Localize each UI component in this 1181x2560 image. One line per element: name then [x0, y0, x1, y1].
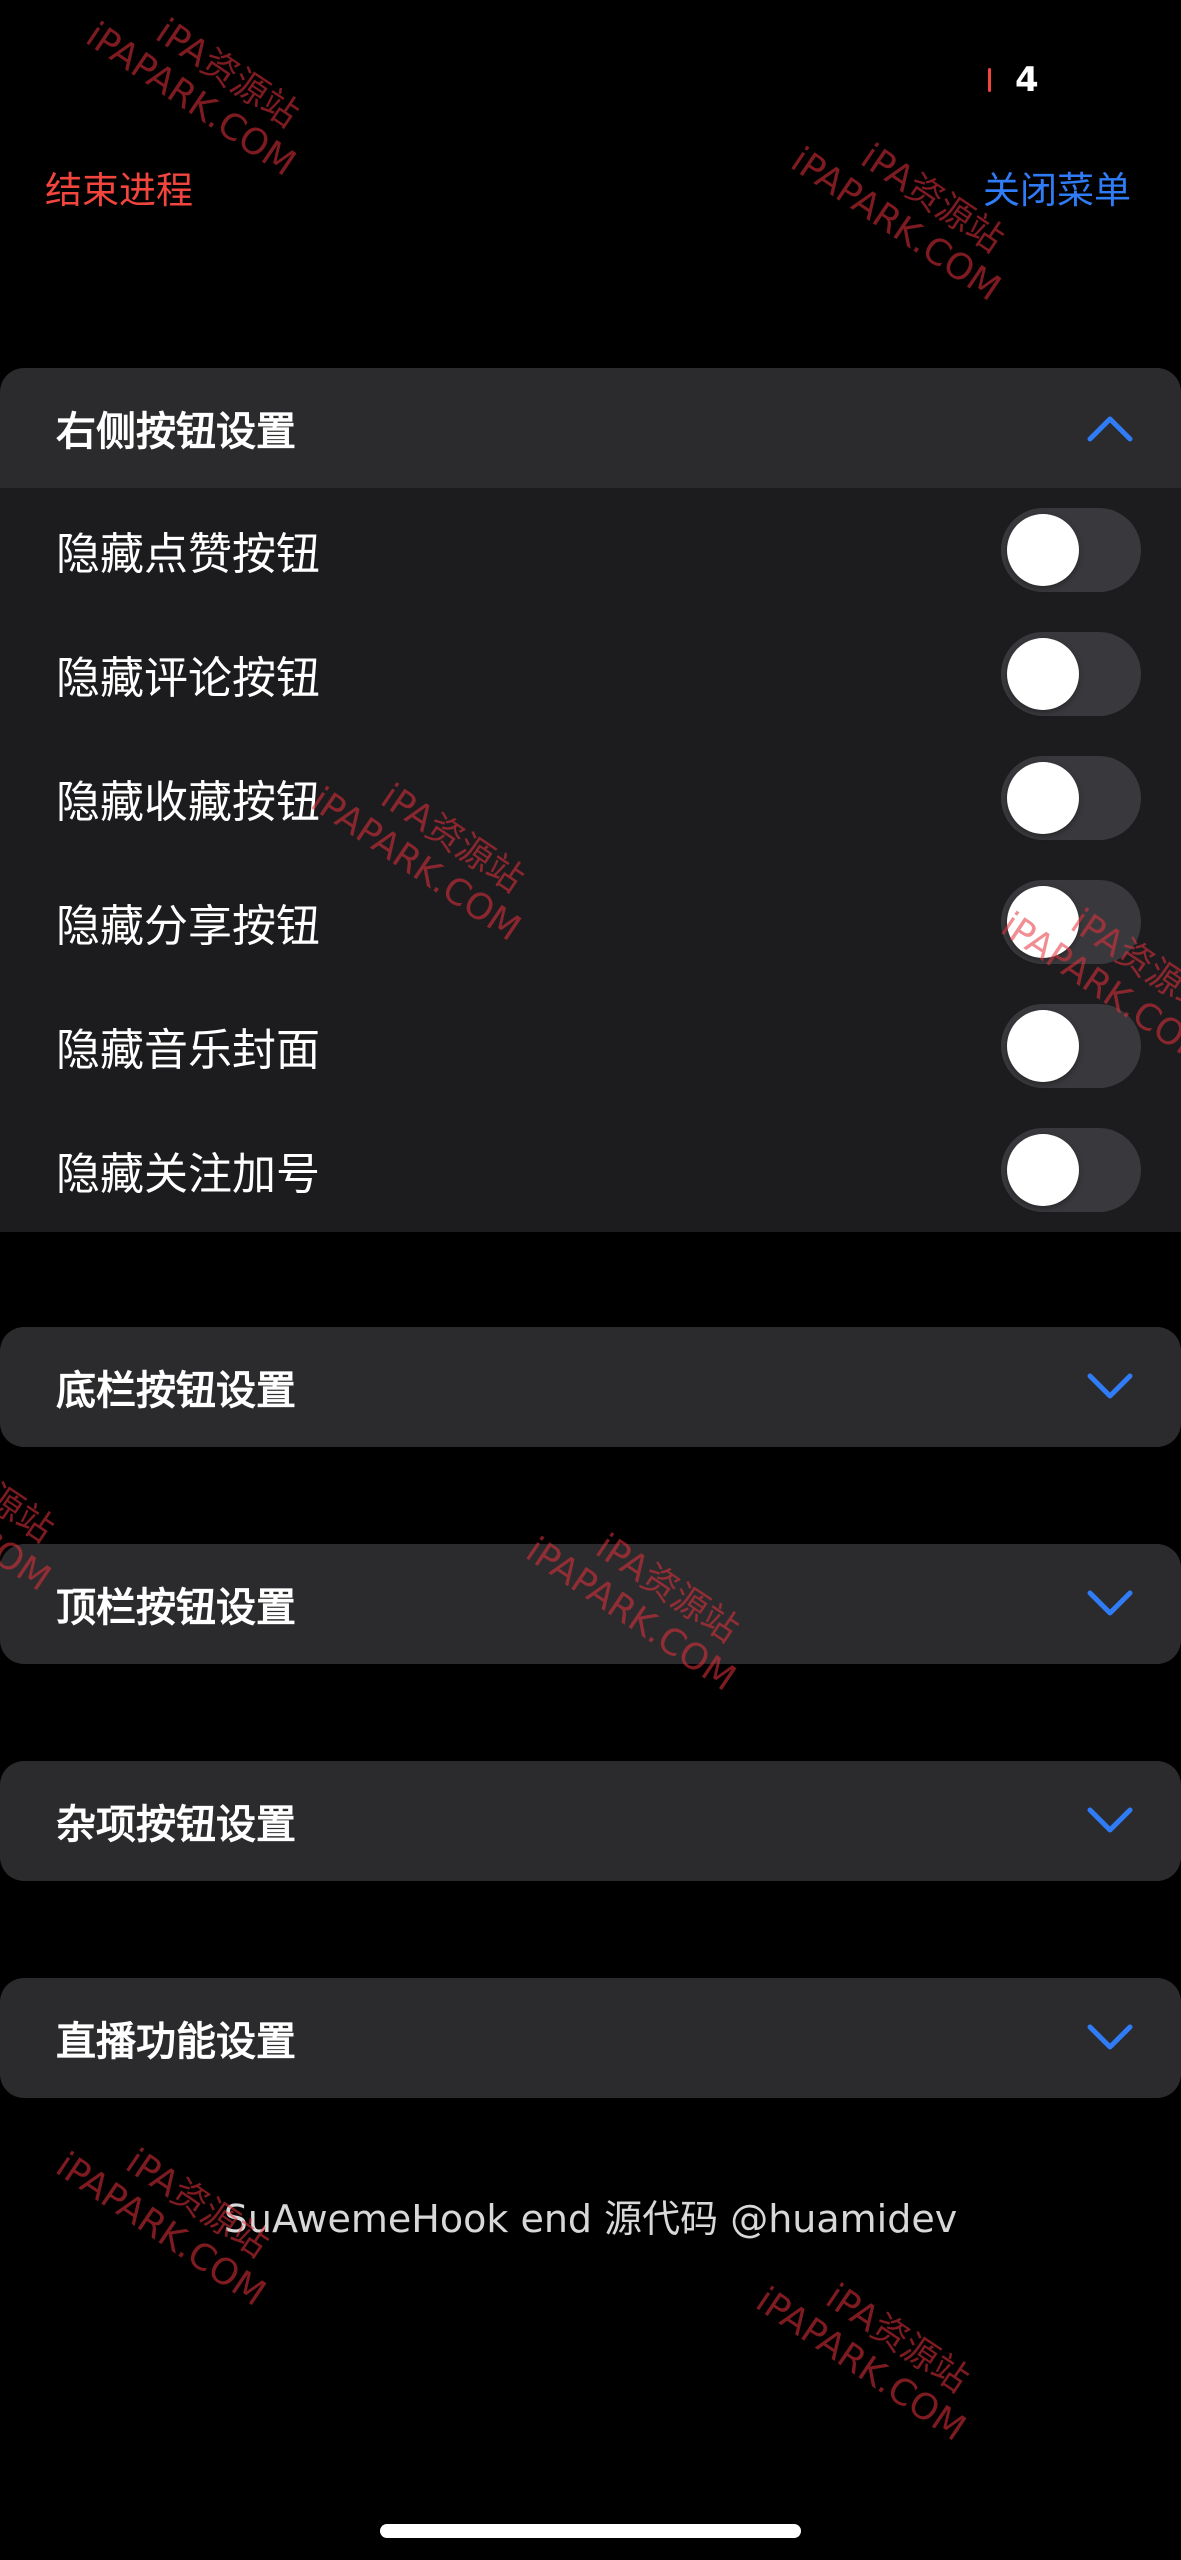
section-misc-buttons: 杂项按钮设置 — [0, 1761, 1181, 1881]
toggle-knob — [1007, 1134, 1079, 1206]
section-live-settings: 直播功能设置 — [0, 1978, 1181, 2098]
status-indicator: 4 — [988, 58, 1039, 102]
home-indicator — [380, 2524, 801, 2538]
watermark-line: iPAPARK.COM — [783, 139, 1008, 310]
chevron-up-icon — [1085, 403, 1135, 453]
section-header-bottom-bar-buttons[interactable]: 底栏按钮设置 — [0, 1327, 1181, 1447]
section-title: 顶栏按钮设置 — [56, 1585, 296, 1631]
setting-label: 隐藏音乐封面 — [56, 1025, 320, 1076]
end-process-button[interactable]: 结束进程 — [45, 165, 193, 217]
setting-row-hide-favorite: 隐藏收藏按钮 — [0, 736, 1181, 860]
setting-row-hide-comment: 隐藏评论按钮 — [0, 612, 1181, 736]
hide-favorite-toggle[interactable] — [1001, 756, 1141, 840]
setting-label: 隐藏收藏按钮 — [56, 777, 320, 828]
section-title: 直播功能设置 — [56, 2019, 296, 2065]
watermark-line: iPAPARK.COM — [748, 2279, 973, 2450]
setting-row-hide-music-cover: 隐藏音乐封面 — [0, 984, 1181, 1108]
toggle-knob — [1007, 886, 1079, 958]
status-tick — [988, 68, 991, 92]
setting-label: 隐藏关注加号 — [56, 1149, 320, 1200]
section-header-misc-buttons[interactable]: 杂项按钮设置 — [0, 1761, 1181, 1881]
watermark-line: iPA资源站 — [818, 2276, 976, 2401]
section-body-right-buttons: 隐藏点赞按钮 隐藏评论按钮 隐藏收藏按钮 隐藏分享按钮 隐藏音乐封面 隐藏关注加… — [0, 488, 1181, 1232]
footer-credit: SuAwemeHook end 源代码 @huamidev — [223, 2197, 958, 2241]
section-header-top-bar-buttons[interactable]: 顶栏按钮设置 — [0, 1544, 1181, 1664]
setting-label: 隐藏分享按钮 — [56, 901, 320, 952]
chevron-down-icon — [1085, 1579, 1135, 1629]
section-top-bar-buttons: 顶栏按钮设置 — [0, 1544, 1181, 1664]
section-header-right-buttons[interactable]: 右侧按钮设置 — [0, 368, 1181, 488]
hide-follow-plus-toggle[interactable] — [1001, 1128, 1141, 1212]
section-title: 右侧按钮设置 — [56, 409, 296, 455]
watermark-line: iPAPARK.COM — [78, 14, 303, 185]
watermark: iPA资源站 iPAPARK.COM — [748, 2245, 996, 2450]
close-menu-button[interactable]: 关闭菜单 — [983, 165, 1131, 217]
section-bottom-bar-buttons: 底栏按钮设置 — [0, 1327, 1181, 1447]
section-header-live-settings[interactable]: 直播功能设置 — [0, 1978, 1181, 2098]
hide-music-cover-toggle[interactable] — [1001, 1004, 1141, 1088]
setting-label: 隐藏评论按钮 — [56, 653, 320, 704]
section-right-buttons: 右侧按钮设置 隐藏点赞按钮 隐藏评论按钮 隐藏收藏按钮 隐藏分享按钮 隐藏音乐封… — [0, 368, 1181, 1232]
setting-row-hide-share: 隐藏分享按钮 — [0, 860, 1181, 984]
status-indicator-value: 4 — [1015, 60, 1039, 100]
setting-row-hide-follow-plus: 隐藏关注加号 — [0, 1108, 1181, 1232]
chevron-down-icon — [1085, 1796, 1135, 1846]
setting-row-hide-like: 隐藏点赞按钮 — [0, 488, 1181, 612]
toggle-knob — [1007, 638, 1079, 710]
hide-share-toggle[interactable] — [1001, 880, 1141, 964]
toggle-knob — [1007, 762, 1079, 834]
section-title: 底栏按钮设置 — [56, 1368, 296, 1414]
toggle-knob — [1007, 1010, 1079, 1082]
watermark: iPA资源站 iPAPARK.COM — [78, 0, 326, 185]
hide-comment-toggle[interactable] — [1001, 632, 1141, 716]
chevron-down-icon — [1085, 2013, 1135, 2063]
watermark-line: iPA资源站 — [148, 11, 306, 136]
chevron-down-icon — [1085, 1362, 1135, 1412]
hide-like-toggle[interactable] — [1001, 508, 1141, 592]
setting-label: 隐藏点赞按钮 — [56, 529, 320, 580]
toggle-knob — [1007, 514, 1079, 586]
section-title: 杂项按钮设置 — [56, 1802, 296, 1848]
